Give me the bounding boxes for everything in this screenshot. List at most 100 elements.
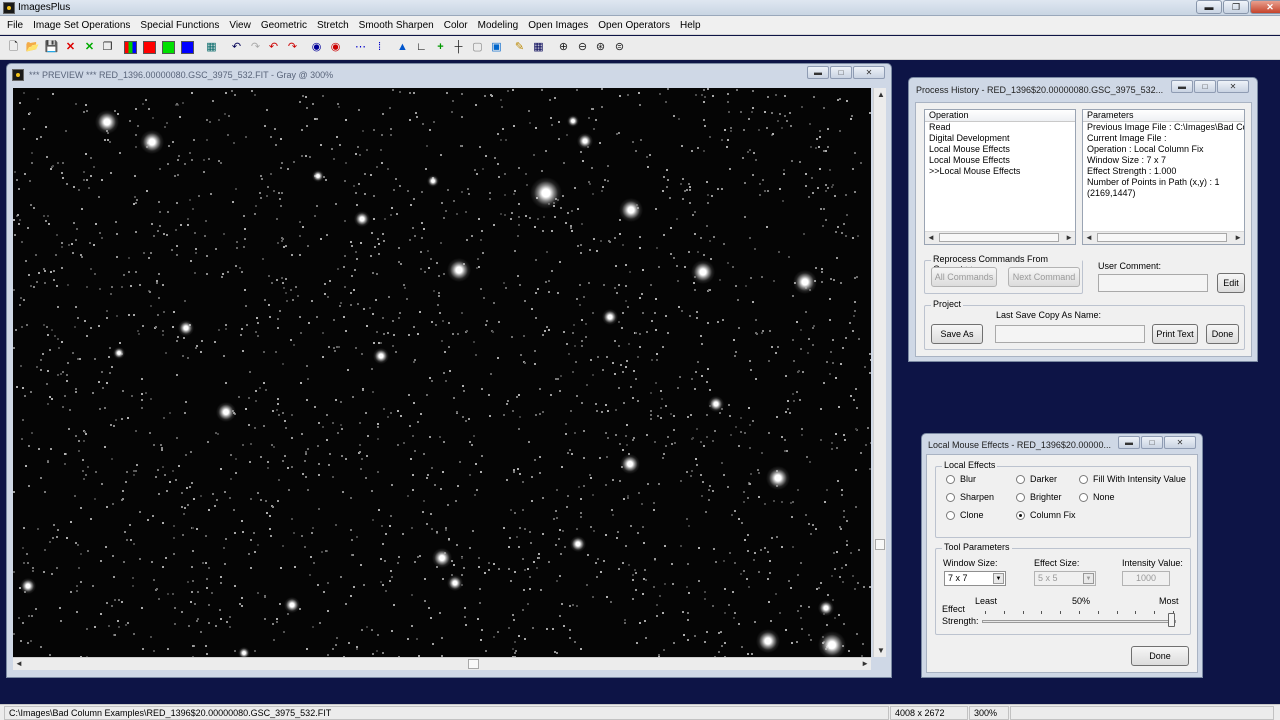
app-close-button[interactable]: ✕ (1250, 0, 1280, 14)
menu-special-functions[interactable]: Special Functions (135, 20, 224, 31)
copy-icon[interactable]: ❐ (100, 39, 115, 55)
parameter-item: Number of Points in Path (x,y) : 1 (1087, 177, 1220, 187)
red-channel-icon[interactable] (142, 39, 157, 55)
last-save-name-field[interactable] (995, 325, 1145, 343)
menu-help[interactable]: Help (675, 20, 706, 31)
radio-column-fix[interactable]: Column Fix (1016, 510, 1076, 520)
image-window-icon (12, 69, 24, 81)
parameter-item: Current Image File : (1087, 133, 1167, 143)
operation-header: Operation (925, 110, 1075, 122)
parameters-list[interactable]: Parameters Previous Image File : C:\Imag… (1082, 109, 1245, 245)
ph-maximize-button[interactable]: □ (1194, 80, 1216, 93)
close-red-icon[interactable]: ✕ (63, 39, 78, 55)
radio-brighter[interactable]: Brighter (1016, 492, 1062, 502)
local-effects-done-button[interactable]: Done (1131, 646, 1189, 666)
blue-channel-icon[interactable] (180, 39, 195, 55)
menu-view[interactable]: View (224, 20, 256, 31)
done-button[interactable]: Done (1206, 324, 1239, 344)
menu-color[interactable]: Color (439, 20, 473, 31)
zoom-in-icon[interactable]: ⊕ (556, 39, 571, 55)
radio-circle-icon (1016, 510, 1025, 520)
parameter-item: Operation : Local Column Fix (1087, 144, 1204, 154)
operation-item[interactable]: Local Mouse Effects (925, 155, 1075, 166)
status-file-path: C:\Images\Bad Column Examples\RED_1396$2… (4, 706, 889, 720)
menu-smooth-sharpen[interactable]: Smooth Sharpen (354, 20, 439, 31)
undo-icon[interactable]: ↶ (229, 39, 244, 55)
star-field-image[interactable] (13, 88, 871, 657)
print-text-button[interactable]: Print Text (1152, 324, 1198, 344)
radio-none[interactable]: None (1079, 492, 1115, 502)
zoom-fit-icon[interactable]: ⊛ (593, 39, 608, 55)
menu-open-operators[interactable]: Open Operators (593, 20, 675, 31)
operation-item[interactable]: Local Mouse Effects (925, 144, 1075, 155)
rgb-channels-icon[interactable] (123, 39, 138, 55)
save-icon[interactable]: 💾 (44, 39, 59, 55)
open-icon[interactable]: 📂 (25, 39, 40, 55)
zoom-actual-icon[interactable]: ⊜ (612, 39, 627, 55)
app-maximize-button[interactable]: ❐ (1223, 0, 1249, 14)
menu-modeling[interactable]: Modeling (473, 20, 524, 31)
intensity-value-label: Intensity Value: (1122, 558, 1183, 568)
dot-red-icon[interactable]: ◉ (328, 39, 343, 55)
menu-open-images[interactable]: Open Images (523, 20, 593, 31)
table-icon[interactable]: ▦ (531, 39, 546, 55)
status-bar: C:\Images\Bad Column Examples\RED_1396$2… (0, 704, 1280, 720)
histogram-icon[interactable]: ▲ (395, 39, 410, 55)
image-minimize-button[interactable]: ▬ (807, 66, 829, 79)
undo-all-icon[interactable]: ↶ (266, 39, 281, 55)
points-icon[interactable]: ⋯ (353, 39, 368, 55)
picture-icon[interactable]: ▣ (489, 39, 504, 55)
radio-label: Blur (960, 474, 977, 484)
image-maximize-button[interactable]: □ (830, 66, 852, 79)
menu-geometric[interactable]: Geometric (256, 20, 312, 31)
grid-icon[interactable]: ▦ (204, 39, 219, 55)
next-command-button[interactable]: Next Command (1008, 267, 1080, 287)
ph-close-button[interactable]: ✕ (1217, 80, 1249, 93)
radio-clone[interactable]: Clone (946, 510, 984, 520)
zoom-out-icon[interactable]: ⊖ (575, 39, 590, 55)
intensity-value-field[interactable]: 1000 (1122, 571, 1170, 586)
menu-stretch[interactable]: Stretch (312, 20, 354, 31)
operation-item[interactable]: Read (925, 122, 1075, 133)
radio-blur[interactable]: Blur (946, 474, 976, 484)
menu-image-set-operations[interactable]: Image Set Operations (28, 20, 135, 31)
image-preview-window: *** PREVIEW *** RED_1396.00000080.GSC_39… (6, 63, 892, 678)
operation-list[interactable]: Operation Read Digital Development Local M… (924, 109, 1076, 245)
plus-icon[interactable]: + (433, 39, 448, 55)
toolbar: 🗋 📂 💾 ✕ ✕ ❐ ▦ ↶ ↷ ↶ ↷ ◉ ◉ ⋯ ⁞ ▲ ∟ + ┼ ▢ … (0, 36, 1280, 60)
new-icon[interactable]: 🗋 (6, 39, 21, 55)
save-as-button[interactable]: Save As (931, 324, 983, 344)
all-commands-button[interactable]: All Commands (931, 267, 997, 287)
levels-icon[interactable]: ∟ (414, 39, 429, 55)
lme-minimize-button[interactable]: ▬ (1118, 436, 1140, 449)
local-effects-title: Local Mouse Effects - RED_1396$20.00000.… (928, 440, 1111, 450)
edit-button[interactable]: Edit (1217, 273, 1245, 293)
radio-sharpen[interactable]: Sharpen (946, 492, 994, 502)
frame-icon[interactable]: ▢ (470, 39, 485, 55)
radio-darker[interactable]: Darker (1016, 474, 1057, 484)
menu-file[interactable]: File (2, 20, 28, 31)
pencil-icon[interactable]: ✎ (512, 39, 527, 55)
dot-icon[interactable]: ◉ (309, 39, 324, 55)
effect-size-select[interactable]: 5 x 5 ▼ (1034, 571, 1096, 586)
radio-fill-with-intensity-value[interactable]: Fill With Intensity Value (1079, 474, 1186, 484)
image-close-button[interactable]: ✕ (853, 66, 885, 79)
redo-all-icon[interactable]: ↷ (285, 39, 300, 55)
redo-icon[interactable]: ↷ (248, 39, 263, 55)
lme-close-button[interactable]: ✕ (1164, 436, 1196, 449)
green-channel-icon[interactable] (161, 39, 176, 55)
operation-item[interactable]: Digital Development (925, 133, 1075, 144)
crosshair-icon[interactable]: ┼ (451, 39, 466, 55)
operation-item[interactable]: >>Local Mouse Effects (925, 166, 1075, 177)
user-comment-field[interactable] (1098, 274, 1208, 292)
lme-maximize-button[interactable]: □ (1141, 436, 1163, 449)
window-size-select[interactable]: 7 x 7 ▼ (944, 571, 1006, 586)
app-minimize-button[interactable]: ▬ (1196, 0, 1222, 14)
image-horizontal-scrollbar[interactable]: ◄ ► (13, 657, 871, 670)
radio-circle-icon (1016, 474, 1025, 484)
effect-strength-slider[interactable] (982, 605, 1176, 627)
close-green-icon[interactable]: ✕ (82, 39, 97, 55)
ph-minimize-button[interactable]: ▬ (1171, 80, 1193, 93)
path-icon[interactable]: ⁞ (372, 39, 387, 55)
image-vertical-scrollbar[interactable]: ▲ ▼ (873, 88, 886, 657)
